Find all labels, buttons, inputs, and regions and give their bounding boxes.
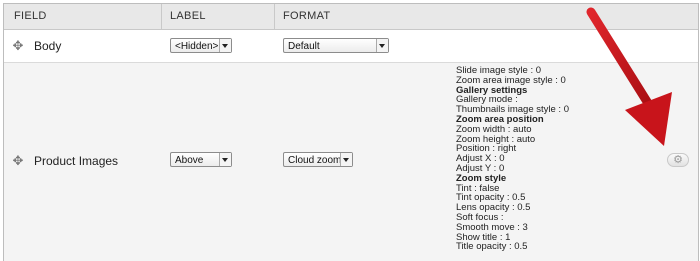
annotation-arrow (586, 7, 672, 146)
annotation-arrow-shaft (586, 7, 656, 113)
